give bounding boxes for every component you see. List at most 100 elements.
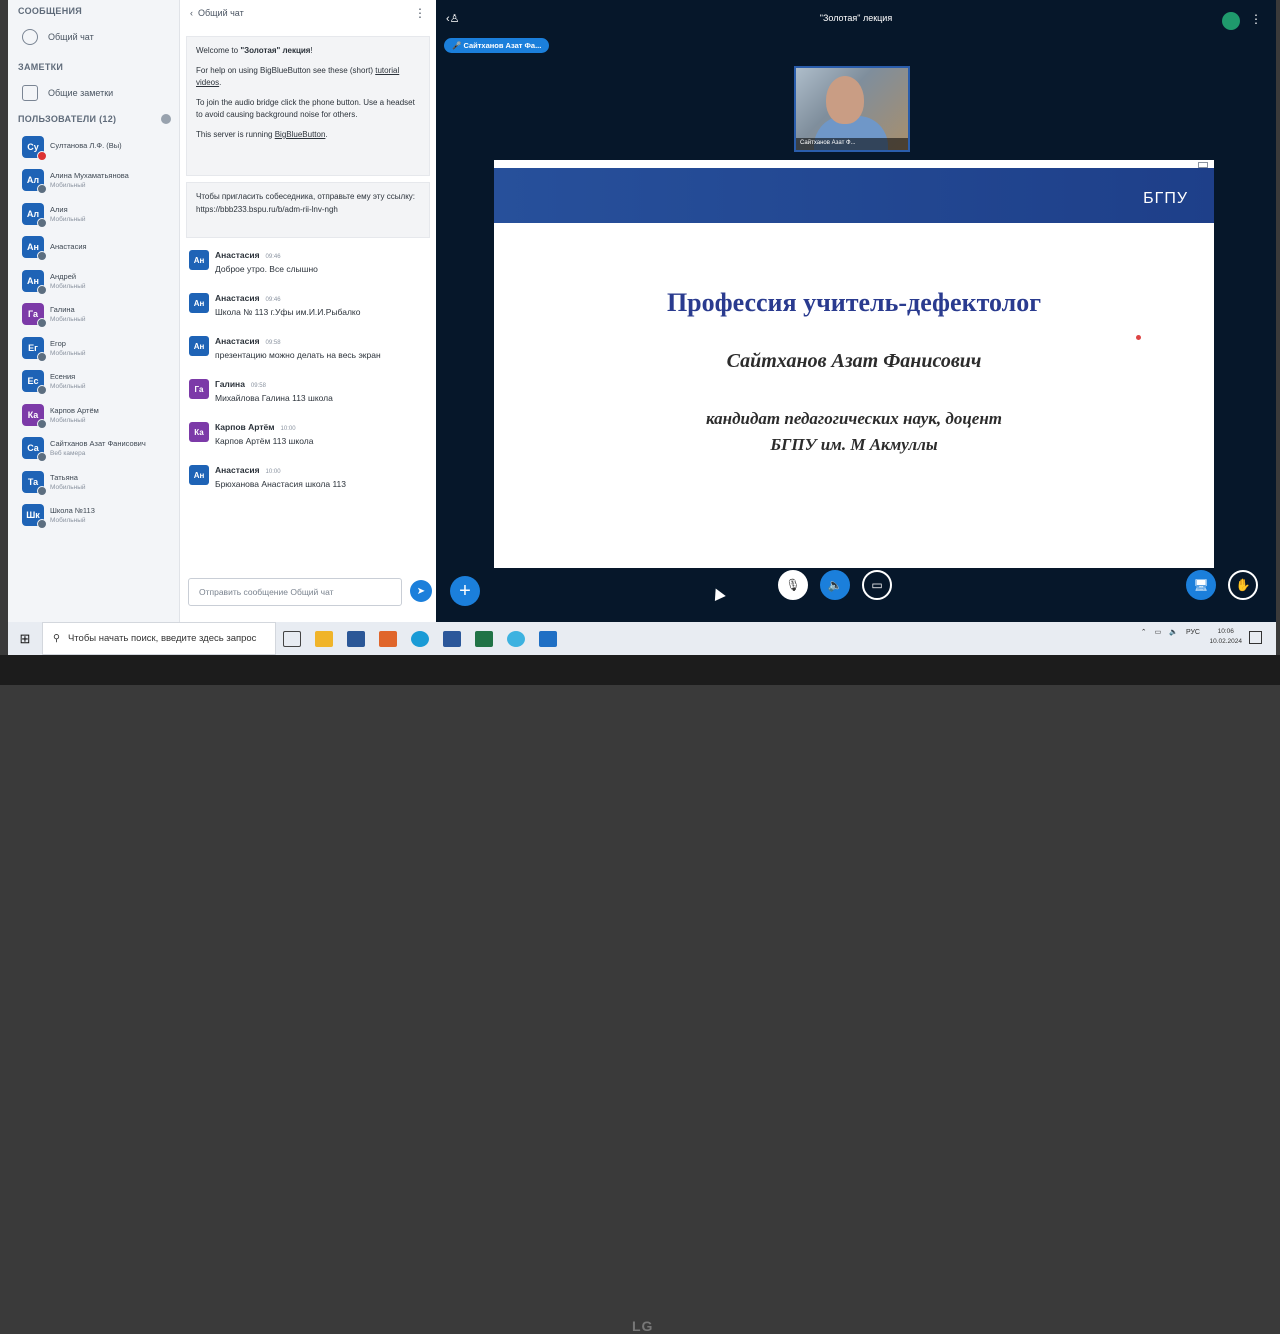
shared-notes-item[interactable]: Общие заметки [8,78,179,108]
user-device: Мобильный [50,517,86,525]
avatar: Ка [189,422,209,442]
user-list-item[interactable]: Ан Андрей Мобильный [8,264,179,298]
help-suffix: . [219,78,222,87]
options-menu-icon[interactable]: ⋮ [1250,12,1262,26]
status-dot-icon [37,485,47,496]
message-time: 09:58 [265,340,281,346]
talker-name: Сайтханов Азат Фа... [463,41,542,50]
start-button[interactable]: ⊞ [8,622,42,655]
avatar: Шк [22,504,47,530]
network-icon[interactable]: ▭ [1155,628,1162,636]
message-header: Галина 09:58 [215,379,333,389]
user-list-item[interactable]: Ал Алина Мухаматьянова Мобильный [8,164,179,198]
avatar-initials: Ан [193,341,205,351]
user-list-item[interactable]: Ес Есения Мобильный [8,365,179,399]
user-name: Султанова Л.Ф. (Вы) [50,141,122,151]
mail-icon[interactable] [539,630,557,647]
user-list-item[interactable]: Та Татьяна Мобильный [8,465,179,499]
system-tray: ⌃ ▭ 🔈 РУС [1141,628,1200,637]
notifications-icon[interactable] [1249,631,1262,644]
message-header: Анастасия 09:46 [215,250,318,260]
user-list-item[interactable]: Шк Школа №113 Мобильный [8,499,179,533]
excel-icon[interactable] [475,630,493,647]
chat-back-button[interactable]: ‹ Общий чат [190,8,244,18]
mute-button[interactable]: 🎙 [778,570,808,600]
user-list-toggle-icon[interactable]: ‹♙ [446,12,460,25]
chat-title: Общий чат [198,8,244,18]
media-player-icon[interactable] [379,630,397,647]
browser-icon[interactable] [507,630,525,647]
avatar: Ан [22,236,47,262]
video-button[interactable]: ▭ [862,570,892,600]
clock-date: 10.02.2024 [1209,637,1242,645]
welcome-message: Welcome to "Золотая" лекция! For help on… [186,36,430,176]
raise-hand-button[interactable]: ✋ [1228,570,1258,600]
talking-indicator: 🎤 Сайтханов Азат Фа... [444,38,550,53]
user-name: Есения [50,372,76,382]
user-list-item[interactable]: Га Галина Мобильный [8,298,179,332]
avatar-initials: Га [194,384,204,394]
language-indicator[interactable]: РУС [1186,629,1200,636]
bbb-link[interactable]: BigBlueButton [275,130,326,139]
slide-author: Сайтханов Азат Фанисович [726,350,982,372]
edge-icon[interactable] [411,630,429,647]
chevron-up-icon[interactable]: ⌃ [1141,628,1147,636]
more-options-icon[interactable]: ⋮ [414,6,426,20]
slide-degree: кандидат педагогических наук, доцент БГП… [494,406,1214,457]
chat-icon [22,29,38,45]
user-list-item[interactable]: Ан Анастасия [8,231,179,265]
presentation-toggle-button[interactable]: 🖥 [1186,570,1216,600]
degree-line-2: БГПУ им. М Акмуллы [770,434,938,454]
avatar: Ал [22,202,47,228]
webcam-video[interactable]: Сайтханов Азат Ф... [794,66,910,152]
status-dot-icon [37,418,47,429]
user-list-item[interactable]: Ка Карпов Артём Мобильный [8,398,179,432]
user-list-item[interactable]: Са Сайтханов Азат Фанисович Веб камера [8,432,179,466]
message-body: Анастасия 09:46 Школа № 113 г.Уфы им.И.И.Р… [215,293,360,317]
chat-message-input[interactable]: Отправить сообщение Общий чат [188,578,402,606]
user-info: Галина Мобильный [50,305,86,323]
task-view-icon[interactable] [283,630,301,647]
audio-button[interactable]: 🔈 [820,570,850,600]
slide-title: Профессия учитель-дефектолог [666,288,1042,317]
webcam-username: Сайтханов Азат Ф... [796,138,908,150]
message-header: Анастасия 10:00 [215,465,346,475]
invite-link[interactable]: https://bbb233.bspu.ru/b/adm-rii-lnv-ngh [196,204,420,217]
message-author: Анастасия [215,250,260,260]
user-info: Татьяна Мобильный [50,473,86,491]
help-text: For help on using BigBlueButton see thes… [196,66,376,75]
avatar-initials: Ал [26,208,40,219]
file-explorer-icon[interactable] [315,630,333,647]
status-dot-icon [37,284,47,295]
gear-icon[interactable] [161,114,171,124]
message-header: Карпов Артём 10:00 [215,422,313,432]
avatar: Ег [22,336,47,362]
avatar-initials: Ес [27,376,39,387]
public-chat-item[interactable]: Общий чат [8,22,179,52]
user-name: Андрей [50,271,77,281]
mouse-cursor-icon [710,585,726,602]
connection-status-icon[interactable] [1222,12,1240,30]
chat-message: Ан Анастасия 09:46 Школа № 113 г.Уфы им.И.И… [180,293,436,336]
meeting-name: "Золотая" лекция [240,46,311,55]
speaker-icon: 🔈 [827,578,843,592]
clock[interactable]: 10:06 10.02.2024 [1209,627,1242,647]
avatar: Ан [189,293,209,313]
actions-button[interactable]: + [450,576,480,606]
user-list-item[interactable]: Су Султанова Л.Ф. (Вы) [8,130,179,164]
user-list-item[interactable]: Ег Егор Мобильный [8,331,179,365]
user-device: Мобильный [50,383,86,391]
volume-icon[interactable]: 🔈 [1169,628,1178,636]
taskbar-search[interactable]: ⚲ Чтобы начать поиск, введите здесь запр… [42,622,276,655]
user-list: Су Султанова Л.Ф. (Вы) Ал Алина Мухаматьяно… [8,130,179,532]
chat-panel: ‹ Общий чат ⋮ Welcome to "Золотая" лекци… [180,0,436,622]
message-body: Галина 09:58 Михайлова Галина 113 школа [215,379,333,403]
invite-message: Чтобы пригласить собеседника, отправьте … [186,182,430,238]
message-time: 10:00 [265,469,281,475]
user-list-item[interactable]: Ал Алия Мобильный [8,197,179,231]
message-body: Карпов Артём 10:00 Карпов Артём 113 школа [215,422,313,446]
message-author: Карпов Артём [215,422,275,432]
word-icon[interactable] [443,630,461,647]
send-button[interactable]: ➤ [410,580,432,602]
store-icon[interactable] [347,630,365,647]
